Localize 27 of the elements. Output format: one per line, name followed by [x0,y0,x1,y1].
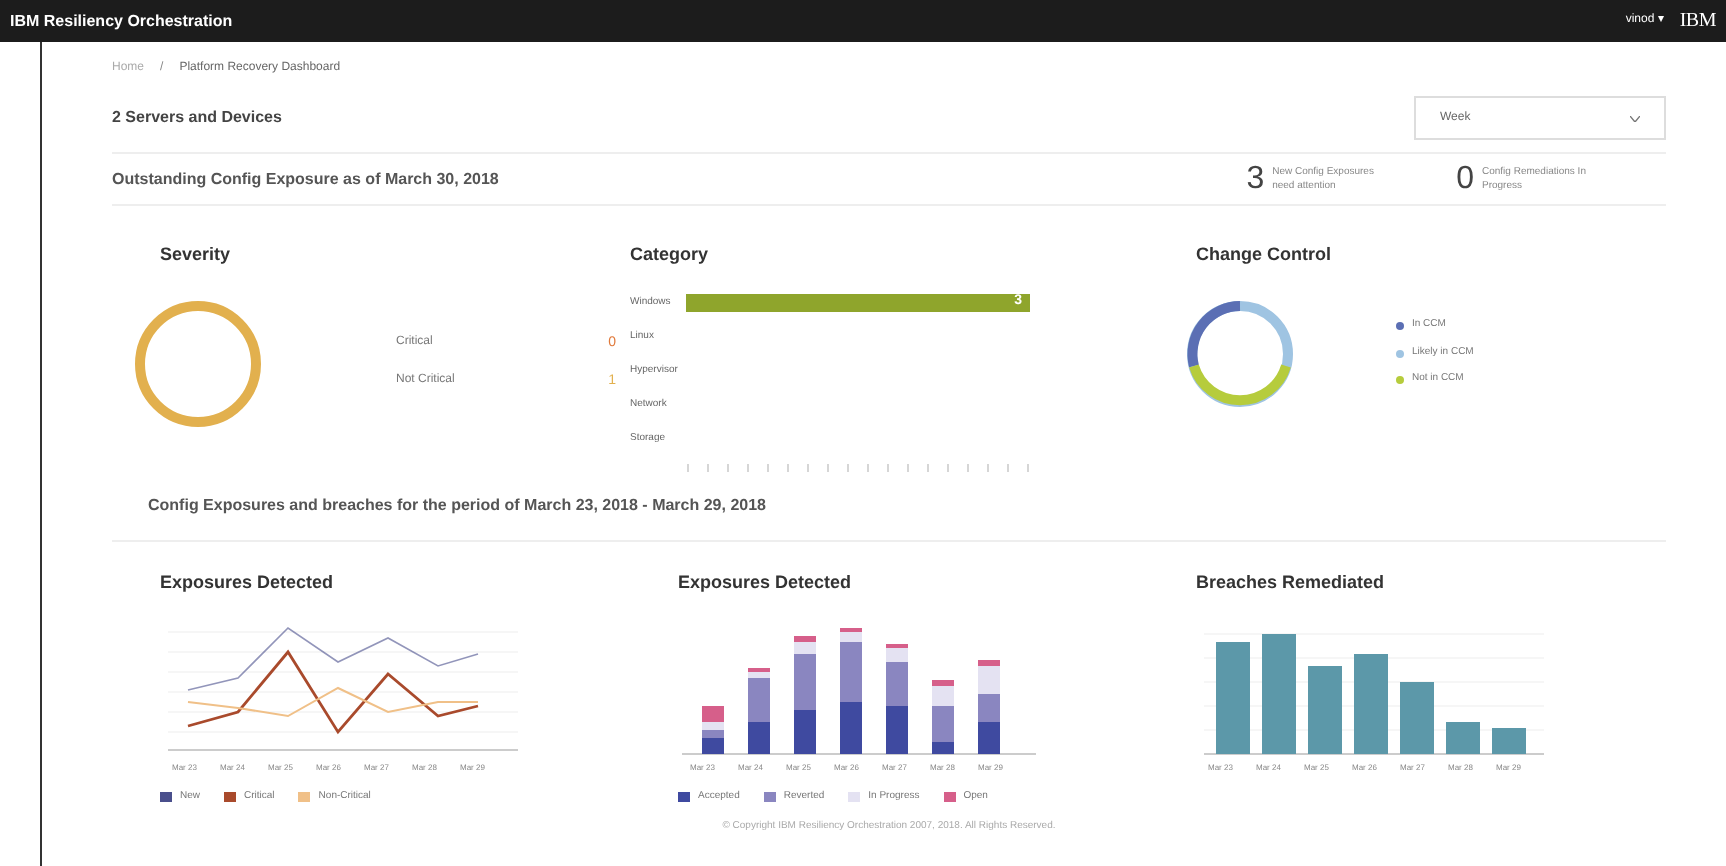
bar [1262,633,1296,753]
section-title: Outstanding Config Exposure as of March 30, 2018 [112,167,499,191]
section-title: Config Exposures and breaches for the period of March 23, 2018 - March 29, 2018 [148,496,766,514]
bar [1308,665,1342,753]
bar-segment [978,721,1000,753]
chevron-down-icon [1630,115,1640,121]
stat-value: 3 [1246,163,1265,195]
bar-segment [840,701,862,753]
category-title: Category [630,242,711,268]
bar-segment [794,709,816,753]
stat-value: 0 [1456,163,1474,195]
bar [1400,681,1434,753]
app-title: IBM Resiliency Orchestration [10,9,233,33]
severity-title: Severity [160,242,233,268]
bar [1492,727,1526,753]
bar-segment [748,721,770,753]
change-control-title: Change Control [1196,242,1333,268]
ibm-logo: IBM [1679,8,1716,36]
chart-title: Breaches Remediated [1196,570,1387,596]
chart-title: Exposures Detected [160,570,336,596]
bar-segment [978,693,1000,721]
page-title: 2 Servers and Devices [112,106,282,130]
bar [1354,653,1388,753]
bar-segment [886,705,908,753]
chart-title: Exposures Detected [678,570,854,596]
bar [1216,641,1250,753]
bar [1446,721,1480,753]
